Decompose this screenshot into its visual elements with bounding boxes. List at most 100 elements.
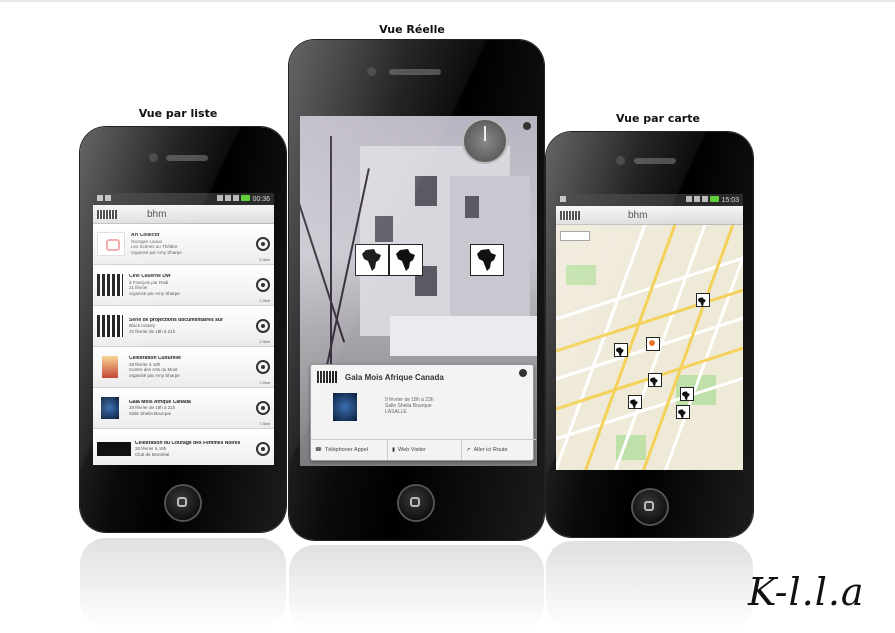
africa-map-pin-icon[interactable] xyxy=(676,405,690,419)
route-button[interactable]: ➚ Aller ici Route xyxy=(461,439,536,460)
screen-list: 00:36 bhm Art Collectif Georges Laoun Les … xyxy=(93,193,274,465)
web-button-label: Web Visiter xyxy=(398,447,426,453)
caption-ar-view: Vue Réelle xyxy=(379,23,445,36)
caption-list-view: Vue par liste xyxy=(138,107,218,120)
battery-icon xyxy=(710,196,720,202)
africa-map-pin-icon[interactable] xyxy=(696,293,710,307)
event-subtitle: 28 février à 18h xyxy=(129,361,161,367)
event-detail: Salle Sheila Bourque xyxy=(129,410,172,416)
view-eye-icon[interactable] xyxy=(256,442,270,456)
view-eye-icon[interactable] xyxy=(256,360,270,374)
snow-roof xyxy=(390,316,537,356)
front-camera xyxy=(149,153,158,162)
home-button[interactable] xyxy=(399,486,433,520)
screen-ar: Gala Mois Afrique Canada 9 février de 18… xyxy=(300,116,537,466)
event-organizer: organisé par Amy Sharpe xyxy=(129,372,180,378)
speaker-grille xyxy=(166,155,208,161)
africa-map-pin-icon[interactable] xyxy=(648,373,662,387)
event-distance: 7.3km xyxy=(259,421,270,426)
view-eye-icon[interactable] xyxy=(256,401,270,415)
phone-button-label: Téléphoner Appel xyxy=(324,447,368,453)
brand-logo: K-l.l.a xyxy=(748,570,865,614)
house-window xyxy=(465,196,479,218)
home-button[interactable] xyxy=(166,486,200,520)
app-title: bhm xyxy=(147,208,167,220)
africa-map-pin-icon[interactable] xyxy=(628,395,642,409)
popup-city: LASALLE xyxy=(385,409,407,415)
status-time: 15:03 xyxy=(721,197,739,204)
app-logo xyxy=(97,209,117,219)
popup-close-icon[interactable] xyxy=(519,369,527,377)
status-bar: 15:03 xyxy=(556,194,743,206)
map-location-pin-icon[interactable] xyxy=(646,337,660,351)
house-window xyxy=(415,176,437,206)
status-time: 00:36 xyxy=(252,196,270,203)
view-eye-icon[interactable] xyxy=(256,319,270,333)
africa-map-pin-icon[interactable] xyxy=(680,387,694,401)
popup-details: 9 février de 18h à 23h Salle Sheila Bour… xyxy=(385,397,505,415)
caption-map-view: Vue par carte xyxy=(616,112,700,125)
list-item[interactable]: Série de projections documentaires sur Bl… xyxy=(93,306,274,347)
front-camera xyxy=(616,156,625,165)
radar-compass-icon[interactable] xyxy=(462,118,508,164)
home-button[interactable] xyxy=(633,490,667,524)
event-thumbnail xyxy=(97,232,125,256)
phone-button[interactable]: ☎ Téléphoner Appel xyxy=(311,439,387,460)
event-thumbnail xyxy=(101,397,119,419)
event-subtitle: à Français par Radi xyxy=(129,279,169,285)
event-popup[interactable]: Gala Mois Afrique Canada 9 février de 18… xyxy=(310,364,536,461)
app-logo xyxy=(317,371,337,383)
event-detail: Club de Montréal xyxy=(135,451,170,457)
africa-marker-icon[interactable] xyxy=(389,244,423,276)
event-subtitle: 28 février de 18h à 21h xyxy=(129,405,176,411)
event-detail: 21 février xyxy=(129,285,148,290)
event-distance: 1.3km xyxy=(259,339,270,344)
map-zoom-badge[interactable] xyxy=(560,231,590,241)
reflection-map-phone xyxy=(546,541,753,629)
event-subtitle: Georges Laoun xyxy=(131,238,163,244)
list-item[interactable]: Ciné Caserne DW à Français par Radi 21 fév… xyxy=(93,265,274,306)
event-detail: Centre des Arts du Mont xyxy=(129,367,178,372)
app-logo xyxy=(560,210,580,220)
web-button[interactable]: ▮ Web Visiter xyxy=(387,439,462,460)
phone-list: 00:36 bhm Art Collectif Georges Laoun Les … xyxy=(80,127,286,532)
africa-marker-icon[interactable] xyxy=(470,244,504,276)
phone-map: 15:03 bhm xyxy=(546,132,753,537)
status-bar: 00:36 xyxy=(93,193,274,205)
event-organizer: organisé par Amy Sharpe xyxy=(131,249,182,255)
africa-marker-icon[interactable] xyxy=(355,244,389,276)
view-eye-icon[interactable] xyxy=(256,278,270,292)
event-thumbnail xyxy=(97,274,123,296)
front-camera xyxy=(367,67,376,76)
event-thumbnail xyxy=(97,442,131,456)
tree-branch xyxy=(300,199,346,343)
battery-icon xyxy=(241,195,251,201)
list-item[interactable]: Célébration Culturelle 28 février à 18h Ce… xyxy=(93,347,274,388)
list-item[interactable]: Art Collectif Georges Laoun Les Scènes au … xyxy=(93,224,274,265)
app-title: bhm xyxy=(628,209,648,221)
list-item[interactable]: Célébration du Courage des Femmes Noires… xyxy=(93,429,274,465)
app-bar: bhm xyxy=(93,205,274,224)
event-subtitle: Black History xyxy=(129,323,156,329)
phone-icon: ▮ xyxy=(392,447,396,453)
view-eye-icon[interactable] xyxy=(256,237,270,251)
event-thumbnail xyxy=(333,393,357,421)
map-park xyxy=(566,265,596,285)
close-icon[interactable] xyxy=(523,122,531,130)
africa-map-pin-icon[interactable] xyxy=(614,343,628,357)
event-thumbnail xyxy=(102,356,118,378)
event-distance: 2.0km xyxy=(259,257,270,262)
list-item[interactable]: Gala Mois Afrique Canada 28 février de 18… xyxy=(93,388,274,429)
route-button-label: Aller ici Route xyxy=(473,447,508,453)
speaker-grille xyxy=(389,69,441,75)
event-subtitle: 28 février à 18h xyxy=(135,446,167,452)
phone-ar: Gala Mois Afrique Canada 9 février de 18… xyxy=(289,40,544,540)
route-arrow-icon: ➚ xyxy=(466,447,471,453)
event-detail: Les Scènes au Théâtre xyxy=(131,244,178,249)
speaker-grille xyxy=(634,158,676,164)
popup-title: Gala Mois Afrique Canada xyxy=(345,373,444,382)
event-detail: 20 février de 18h à 21h xyxy=(129,328,176,334)
house-window xyxy=(375,216,393,242)
event-list: Art Collectif Georges Laoun Les Scènes au … xyxy=(93,224,274,465)
map-canvas[interactable] xyxy=(556,225,743,470)
